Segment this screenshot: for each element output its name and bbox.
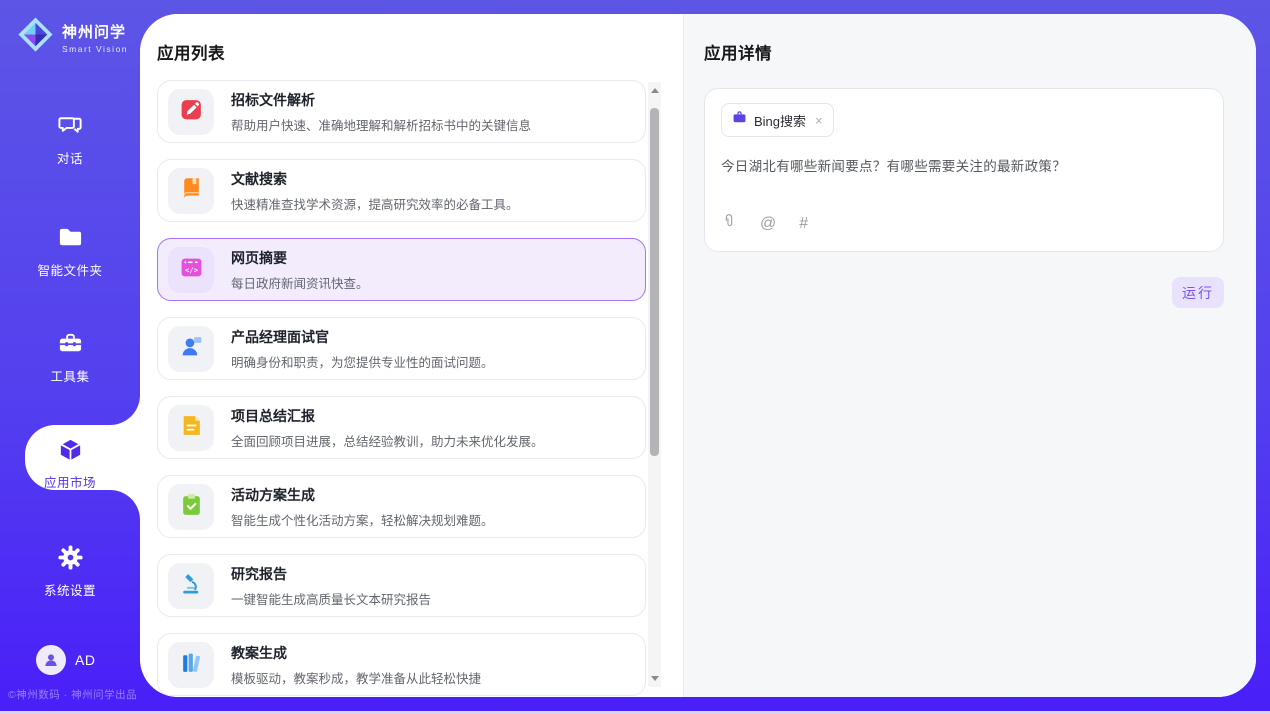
app-description: 一键智能生成高质量长文本研究报告 — [231, 589, 431, 608]
sidebar-item-settings[interactable]: 系统设置 — [0, 544, 140, 599]
diamond-logo-icon — [16, 15, 55, 59]
app-card-2[interactable]: 文献搜索 快速精准查找学术资源，提高研究效率的必备工具。 — [157, 159, 646, 222]
app-name: 项目总结汇报 — [231, 406, 544, 426]
mention-icon[interactable]: @ — [760, 215, 776, 233]
sidebar-item-toolbox[interactable]: 工具集 — [0, 330, 140, 385]
gear-icon — [57, 544, 84, 572]
app-card-5[interactable]: 项目总结汇报 全面回顾项目进展，总结经验教训，助力未来优化发展。 — [157, 396, 646, 459]
app-name: 招标文件解析 — [231, 90, 531, 110]
app-card-8[interactable]: 教案生成 模板驱动，教案秒成，教学准备从此轻松快捷 — [157, 633, 646, 696]
scrollbar-thumb[interactable] — [650, 108, 659, 456]
close-icon[interactable]: × — [815, 114, 823, 127]
scroll-up-icon[interactable] — [648, 84, 661, 97]
cube-icon — [57, 436, 84, 464]
scrollbar[interactable] — [648, 82, 661, 687]
tool-chip-label: Bing搜索 — [754, 111, 806, 130]
tool-chip-bing-search[interactable]: Bing搜索 × — [721, 103, 834, 137]
app-icon-tile — [168, 563, 214, 609]
app-list-panel: 应用列表 招标文件解析 帮助用户快速、准确地理解和解析招标书中的关键信息 文献搜… — [140, 14, 683, 697]
app-icon-tile — [168, 326, 214, 372]
interviewer-icon — [179, 334, 204, 364]
app-card-1[interactable]: 招标文件解析 帮助用户快速、准确地理解和解析招标书中的关键信息 — [157, 80, 646, 143]
sidebar-item-smart-folder[interactable]: 智能文件夹 — [0, 224, 140, 279]
app-detail-title: 应用详情 — [704, 40, 1256, 64]
app-name: 活动方案生成 — [231, 485, 494, 505]
app-icon-tile — [168, 89, 214, 135]
app-description: 快速精准查找学术资源，提高研究效率的必备工具。 — [231, 194, 519, 213]
briefcase-icon — [732, 110, 747, 130]
app-icon-tile — [168, 484, 214, 530]
app-name: 文献搜索 — [231, 169, 519, 189]
avatar — [36, 645, 66, 675]
app-description: 明确身份和职责，为您提供专业性的面试问题。 — [231, 352, 494, 371]
scroll-down-icon[interactable] — [648, 672, 661, 685]
app-icon-tile — [168, 168, 214, 214]
main-content: 应用列表 招标文件解析 帮助用户快速、准确地理解和解析招标书中的关键信息 文献搜… — [140, 14, 1256, 697]
chat-icon — [57, 112, 84, 140]
app-description: 帮助用户快速、准确地理解和解析招标书中的关键信息 — [231, 115, 531, 134]
prompt-card: Bing搜索 × 今日湖北有哪些新闻要点？有哪些需要关注的最新政策？ @ # — [704, 88, 1224, 252]
app-icon-tile — [168, 405, 214, 451]
app-icon-tile — [168, 642, 214, 688]
browser-code-icon: </> — [179, 255, 204, 285]
app-name: 网页摘要 — [231, 248, 369, 268]
app-card-6[interactable]: 活动方案生成 智能生成个性化活动方案，轻松解决规划难题。 — [157, 475, 646, 538]
app-name: 产品经理面试官 — [231, 327, 494, 347]
app-card-7[interactable]: 研究报告 一键智能生成高质量长文本研究报告 — [157, 554, 646, 617]
app-description: 全面回顾项目进展，总结经验教训，助力未来优化发展。 — [231, 431, 544, 450]
run-row: 运行 — [704, 277, 1224, 308]
clipboard-check-icon — [179, 492, 204, 522]
app-name: 研究报告 — [231, 564, 431, 584]
app-description: 模板驱动，教案秒成，教学准备从此轻松快捷 — [231, 668, 481, 687]
attachment-icon[interactable] — [721, 212, 737, 235]
app-detail-panel: 应用详情 Bing搜索 × 今日湖北有哪些新闻要点？有哪些需要关注的最新政策？ — [683, 14, 1256, 697]
brand-name: 神州问学 — [62, 21, 128, 42]
app-description: 智能生成个性化活动方案，轻松解决规划难题。 — [231, 510, 494, 529]
hash-icon[interactable]: # — [799, 215, 808, 233]
brand-logo: 神州问学 Smart Vision — [16, 15, 128, 59]
sidebar-item-label: 应用市场 — [0, 472, 140, 491]
app-card-4[interactable]: 产品经理面试官 明确身份和职责，为您提供专业性的面试问题。 — [157, 317, 646, 380]
app-list-title: 应用列表 — [157, 40, 683, 64]
brand-tagline: Smart Vision — [62, 44, 128, 54]
user-account[interactable]: AD — [36, 645, 95, 675]
note-icon — [179, 413, 204, 443]
sidebar-item-label: 对话 — [0, 148, 140, 167]
microscope-icon — [179, 571, 204, 601]
sidebar-item-app-market[interactable]: 应用市场 — [0, 436, 140, 491]
book-icon — [179, 176, 204, 206]
sidebar-item-label: 系统设置 — [0, 580, 140, 599]
prompt-toolbar: @ # — [721, 212, 1207, 237]
user-initials: AD — [75, 652, 95, 668]
sidebar-item-label: 工具集 — [0, 366, 140, 385]
svg-text:</>: </> — [184, 265, 198, 274]
sidebar: 神州问学 Smart Vision 对话 智能文件夹 — [0, 0, 140, 711]
edit-document-icon — [179, 97, 204, 127]
sidebar-item-chat[interactable]: 对话 — [0, 112, 140, 167]
toolbox-icon — [57, 330, 84, 358]
app-card-3[interactable]: </> 网页摘要 每日政府新闻资讯快查。 — [157, 238, 646, 301]
prompt-input[interactable]: 今日湖北有哪些新闻要点？有哪些需要关注的最新政策？ — [721, 155, 1207, 212]
folder-icon — [57, 224, 84, 252]
app-list: 招标文件解析 帮助用户快速、准确地理解和解析招标书中的关键信息 文献搜索 快速精… — [157, 80, 646, 696]
books-icon — [179, 650, 204, 680]
run-button[interactable]: 运行 — [1172, 277, 1224, 308]
sidebar-item-label: 智能文件夹 — [0, 260, 140, 279]
app-description: 每日政府新闻资讯快查。 — [231, 273, 369, 292]
app-name: 教案生成 — [231, 643, 481, 663]
app-icon-tile: </> — [168, 247, 214, 293]
copyright-footer: ©神州数码 · 神州问学出品 — [8, 687, 158, 702]
